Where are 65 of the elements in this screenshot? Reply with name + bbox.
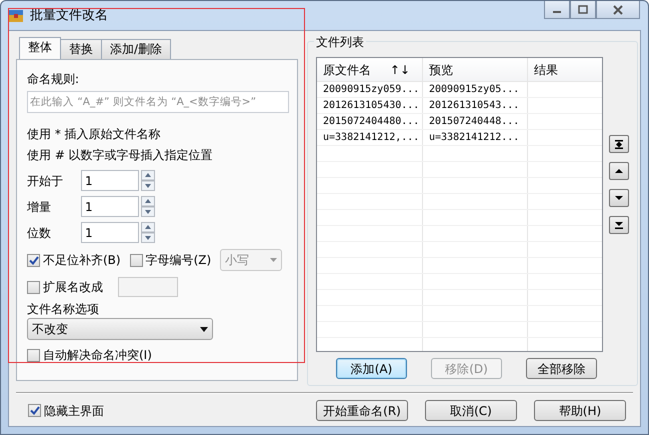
number-field[interactable]: 1: [81, 196, 139, 217]
move-top-button[interactable]: [609, 135, 629, 153]
down-arrow-icon: [615, 196, 623, 200]
table-cell: 201261310543...: [429, 100, 520, 111]
caret-icon: [270, 258, 278, 262]
tab[interactable]: 替换: [60, 39, 102, 59]
spinner-arrows[interactable]: [141, 196, 155, 217]
caret-icon: [200, 326, 208, 332]
table-cell: u=3382141212...: [429, 132, 520, 143]
window-title: 批量文件改名: [30, 6, 108, 25]
maximize-button[interactable]: [570, 1, 596, 19]
move-down-button[interactable]: [609, 189, 629, 207]
table-cell: 2012613105430...: [323, 100, 420, 111]
tab[interactable]: 添加/删除: [101, 39, 172, 59]
close-icon: [613, 4, 623, 14]
spinner-arrows[interactable]: [141, 170, 155, 191]
app-icon: [8, 8, 24, 24]
checkbox[interactable]: [130, 254, 143, 266]
dialog-button[interactable]: 帮助(H): [534, 400, 626, 421]
move-top-icon: [615, 140, 623, 148]
table-cell: 20090915zy059...: [323, 84, 420, 95]
field-label: 命名规则:: [27, 71, 80, 88]
naming-rule-field[interactable]: 在此输入 “A_#” 则文件名为 “A_<数字编号>”: [27, 91, 289, 113]
extension-field[interactable]: [118, 277, 178, 297]
table-cell: 2015072404480...: [323, 116, 420, 127]
maximize-icon: [578, 5, 588, 14]
column-header[interactable]: 预览: [429, 60, 453, 78]
dialog-button[interactable]: 取消(C): [425, 400, 517, 421]
checkbox[interactable]: [27, 348, 40, 362]
table-cell: 20090915zy05...: [429, 84, 520, 95]
field-label: 开始于: [27, 172, 64, 190]
checkbox-label: 不足位补齐(B): [43, 252, 121, 269]
table-cell: 201507240448...: [429, 116, 520, 127]
close-button[interactable]: [596, 1, 640, 19]
field-label: 文件名称选项: [27, 301, 100, 318]
tab[interactable]: 整体: [19, 37, 61, 59]
column-header[interactable]: 原文件名: [323, 60, 371, 78]
number-field[interactable]: 1: [81, 222, 139, 243]
move-bottom-button[interactable]: [609, 216, 629, 234]
checkbox-label: 扩展名改成: [43, 279, 103, 296]
column-header[interactable]: 结果: [534, 60, 558, 78]
up-arrow-icon: [615, 169, 623, 173]
checkbox[interactable]: [28, 404, 41, 417]
sort-indicator[interactable]: ↑↓: [390, 60, 416, 78]
field-label: 增量: [27, 198, 52, 216]
move-bottom-icon: [615, 222, 623, 228]
checkbox[interactable]: [27, 254, 40, 266]
list-button[interactable]: 添加(A): [336, 358, 407, 379]
hint-text: 使用 # 以数字或字母插入指定位置: [27, 147, 214, 164]
number-field[interactable]: 1: [81, 170, 139, 191]
checkbox[interactable]: [27, 280, 40, 294]
hint-text: 使用 * 插入原始文件名称: [27, 126, 162, 143]
table-cell: u=3382141212,...: [323, 132, 420, 143]
group-title: 文件列表: [314, 33, 366, 51]
checkbox-label: 字母编号(Z): [146, 252, 212, 269]
checkbox-label: 自动解决命名冲突(I): [43, 347, 152, 364]
name-option-dropdown[interactable]: 不改变: [27, 318, 213, 340]
spinner-arrows[interactable]: [141, 222, 155, 243]
checkbox-label: 隐藏主界面: [44, 402, 104, 420]
file-list[interactable]: 原文件名 ↑↓ 预览 结果 20090915zy059... 20090915zy05... 2012613105430... 201261310543... 2015072404480... 201507240448... u=3382141212,... u=3382141212...: [316, 57, 603, 352]
move-up-button[interactable]: [609, 162, 629, 180]
list-button[interactable]: 全部移除: [526, 358, 597, 379]
minimize-button[interactable]: [544, 1, 570, 19]
field-label: 位数: [27, 224, 52, 242]
dialog-button[interactable]: 开始重命名(R): [316, 400, 408, 421]
